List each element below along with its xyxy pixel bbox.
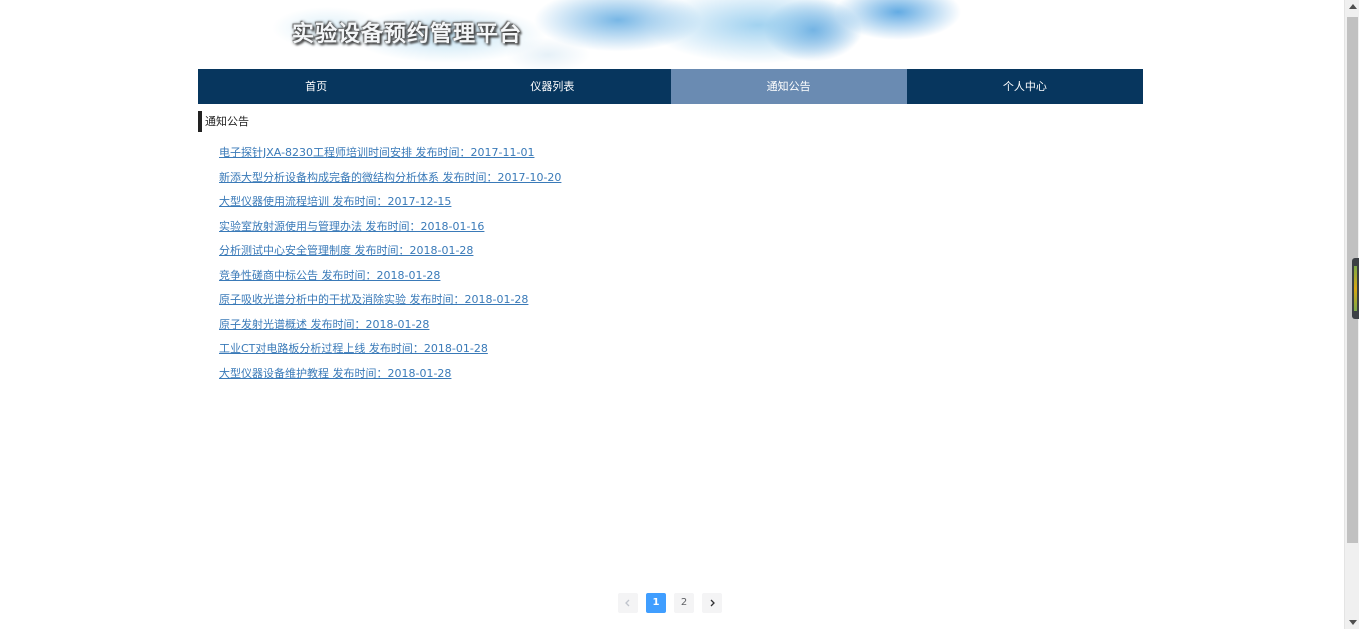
notice-link[interactable]: 新添大型分析设备构成完备的微结构分析体系 发布时间：2017-10-20 (219, 171, 561, 184)
notice-link[interactable]: 工业CT对电路板分析过程上线 发布时间：2018-01-28 (219, 342, 488, 355)
site-title: 实验设备预约管理平台 (292, 22, 523, 47)
list-item: 实验室放射源使用与管理办法 发布时间：2018-01-16 (219, 216, 561, 241)
prev-page-button[interactable] (618, 593, 638, 613)
nav-item-home[interactable]: 首页 (198, 69, 434, 104)
list-item: 工业CT对电路板分析过程上线 发布时间：2018-01-28 (219, 338, 561, 363)
notice-link[interactable]: 实验室放射源使用与管理办法 发布时间：2018-01-16 (219, 220, 484, 233)
chevron-right-icon (710, 599, 715, 607)
section-title: 通知公告 (198, 111, 249, 132)
list-item: 分析测试中心安全管理制度 发布时间：2018-01-28 (219, 240, 561, 265)
scroll-up-icon[interactable] (1349, 4, 1357, 9)
list-item: 大型仪器设备维护教程 发布时间：2018-01-28 (219, 363, 561, 388)
list-item: 竞争性磋商中标公告 发布时间：2018-01-28 (219, 265, 561, 290)
list-item: 新添大型分析设备构成完备的微结构分析体系 发布时间：2017-10-20 (219, 167, 561, 192)
notice-link[interactable]: 原子吸收光谱分析中的干扰及消除实验 发布时间：2018-01-28 (219, 293, 528, 306)
list-item: 大型仪器使用流程培训 发布时间：2017-12-15 (219, 191, 561, 216)
main-nav: 首页 仪器列表 通知公告 个人中心 (198, 69, 1143, 104)
notice-link[interactable]: 电子探针JXA-8230工程师培训时间安排 发布时间：2017-11-01 (219, 146, 534, 159)
page-1-button[interactable]: 1 (646, 593, 666, 613)
page-2-button[interactable]: 2 (674, 593, 694, 613)
list-item: 电子探针JXA-8230工程师培训时间安排 发布时间：2017-11-01 (219, 142, 561, 167)
chevron-left-icon (625, 599, 630, 607)
notice-link[interactable]: 原子发射光谱概述 发布时间：2018-01-28 (219, 318, 429, 331)
side-widget-tab[interactable] (1352, 258, 1359, 319)
pagination: 1 2 (618, 593, 722, 613)
notice-link[interactable]: 分析测试中心安全管理制度 发布时间：2018-01-28 (219, 244, 473, 257)
scroll-down-icon[interactable] (1349, 620, 1357, 625)
nav-item-notices[interactable]: 通知公告 (670, 69, 907, 104)
notice-link[interactable]: 大型仪器使用流程培训 发布时间：2017-12-15 (219, 195, 451, 208)
next-page-button[interactable] (702, 593, 722, 613)
notice-link[interactable]: 大型仪器设备维护教程 发布时间：2018-01-28 (219, 367, 451, 380)
nav-item-personal-center[interactable]: 个人中心 (907, 69, 1143, 104)
header-banner: 实验设备预约管理平台 (198, 0, 1143, 69)
list-item: 原子发射光谱概述 发布时间：2018-01-28 (219, 314, 561, 339)
nav-item-instrument-list[interactable]: 仪器列表 (434, 69, 670, 104)
list-item: 原子吸收光谱分析中的干扰及消除实验 发布时间：2018-01-28 (219, 289, 561, 314)
notice-link[interactable]: 竞争性磋商中标公告 发布时间：2018-01-28 (219, 269, 440, 282)
notice-list: 电子探针JXA-8230工程师培训时间安排 发布时间：2017-11-01 新添… (219, 142, 561, 387)
